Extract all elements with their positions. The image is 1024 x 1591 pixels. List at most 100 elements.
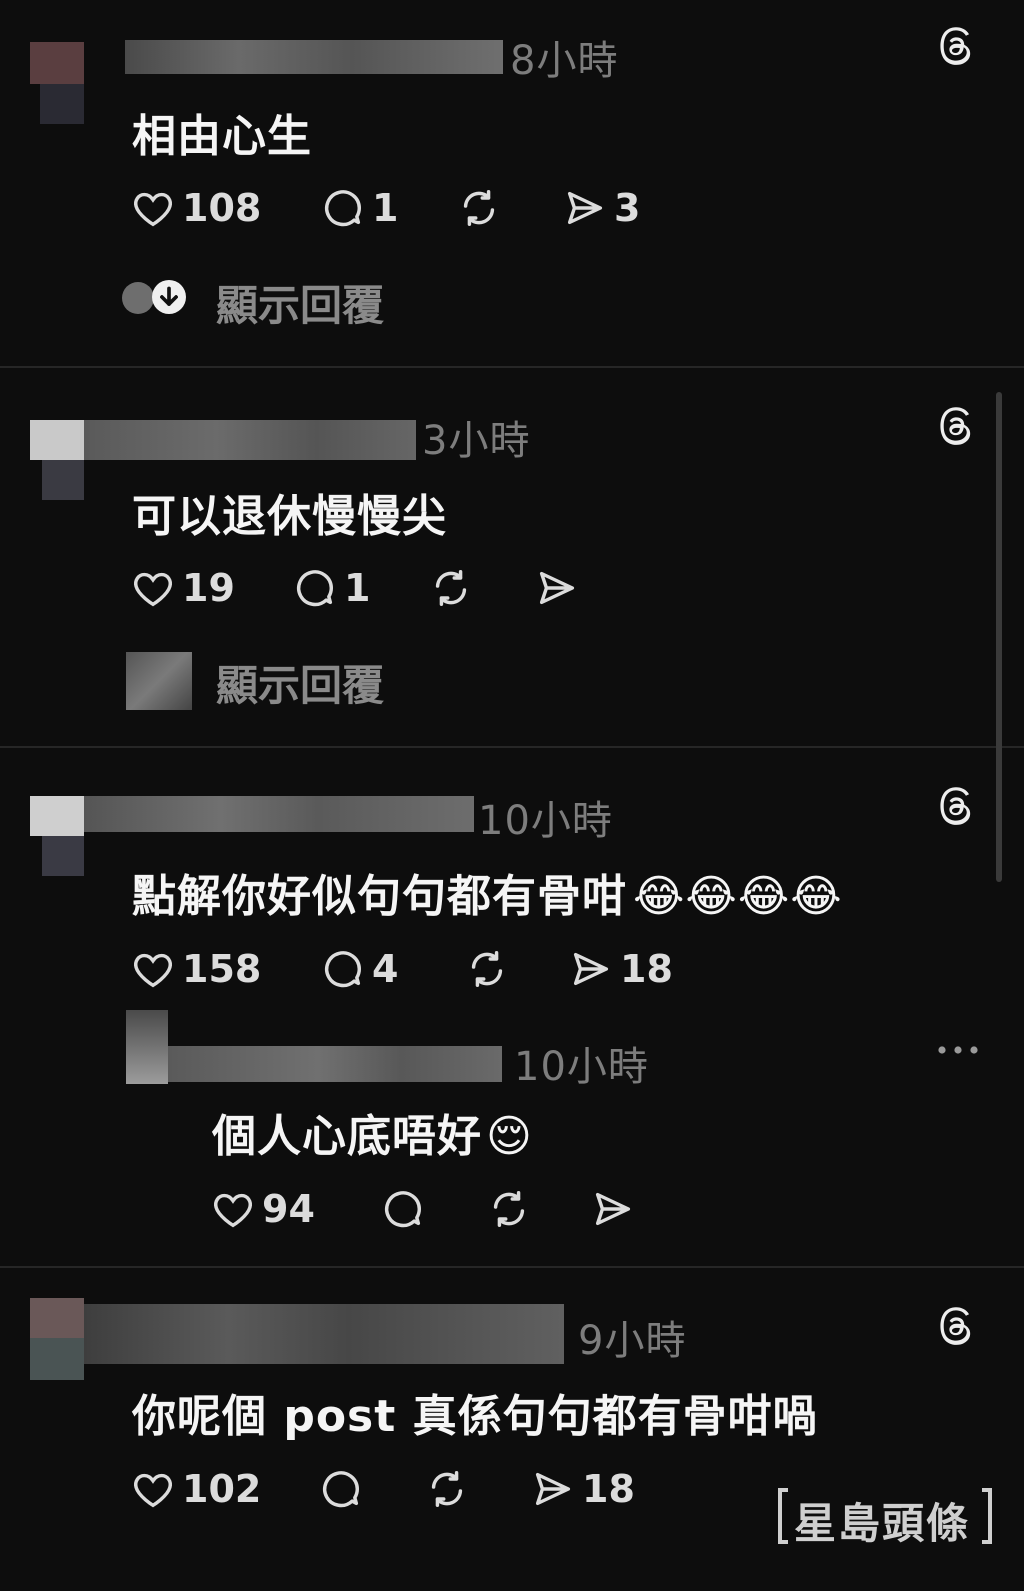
comment-2: 3小時 可以退休慢慢尖 19 1 顯示回覆 (0, 368, 1024, 746)
share-button[interactable] (590, 1184, 636, 1234)
repost-icon (435, 569, 467, 607)
repost-icon (493, 1190, 525, 1228)
arrow-down-icon (152, 280, 186, 314)
send-icon (573, 952, 609, 986)
comment-bubble-icon (325, 190, 362, 227)
comment-3: 10小時 點解你好似句句都有骨咁 😂😂😂😂 158 4 18 10小時 個人心底唔… (0, 748, 1024, 1266)
repost-button[interactable] (456, 183, 502, 233)
reply-action-bar: 94 (210, 1184, 650, 1234)
avatar-blurred[interactable] (30, 796, 84, 836)
comment-text: 相由心生 (132, 111, 312, 162)
reply-button[interactable]: 1 (320, 183, 398, 233)
threads-logo-icon[interactable] (934, 1304, 978, 1348)
heart-icon (134, 192, 172, 227)
action-bar: 19 1 (130, 563, 610, 613)
like-button[interactable]: 94 (210, 1184, 315, 1234)
reply-button[interactable] (380, 1184, 426, 1234)
share-button[interactable]: 18 (530, 1464, 635, 1514)
reply-avatar-blurred[interactable] (126, 1010, 168, 1084)
reply-time: 10小時 (514, 1044, 649, 1090)
repost-button[interactable] (424, 1464, 470, 1514)
like-button[interactable]: 158 (130, 944, 261, 994)
action-bar: 108 1 3 (130, 183, 690, 233)
relieved-emoji: 😌 (486, 1111, 533, 1162)
threads-logo-icon[interactable] (934, 784, 978, 828)
reply-text: 個人心底唔好😌 (212, 1100, 533, 1164)
share-button[interactable]: 18 (568, 944, 673, 994)
share-button[interactable] (534, 563, 586, 613)
send-icon (539, 571, 575, 605)
reply-button[interactable] (318, 1464, 364, 1514)
send-icon (567, 191, 603, 225)
like-button[interactable]: 19 (130, 563, 235, 613)
watermark-text: 星島頭條 (794, 1499, 971, 1548)
share-count: 18 (582, 1467, 635, 1511)
like-count: 94 (262, 1187, 315, 1231)
post-time: 10小時 (478, 798, 613, 844)
reply-count: 1 (372, 186, 399, 230)
repost-button[interactable] (428, 563, 474, 613)
reply-button[interactable]: 4 (320, 944, 398, 994)
reply-text-body: 個人心底唔好 (212, 1111, 482, 1162)
action-bar: 158 4 18 (130, 944, 710, 994)
comment-text: 你呢個 post 真係句句都有骨咁喎 (132, 1391, 818, 1442)
post-time: 8小時 (510, 38, 619, 84)
like-button[interactable]: 102 (130, 1464, 261, 1514)
like-button[interactable]: 108 (130, 183, 261, 233)
comment-bubble-icon (385, 1191, 422, 1228)
comment-bubble-icon (323, 1471, 360, 1508)
heart-icon (134, 953, 172, 988)
avatar-blurred-lower (30, 1338, 84, 1380)
avatar-blurred[interactable] (30, 1298, 84, 1338)
laughing-emoji: 😂😂😂😂 (633, 871, 843, 922)
watermark-logo: 星島頭條 (778, 1486, 992, 1548)
like-count: 102 (182, 1467, 262, 1511)
repost-icon (463, 189, 495, 227)
avatar-blurred-lower (40, 84, 84, 124)
like-count: 19 (182, 566, 235, 610)
comment-1: 8小時 相由心生 108 1 3 顯示回覆 (0, 0, 1024, 366)
heart-icon (214, 1193, 252, 1228)
send-icon (535, 1472, 571, 1506)
avatar-blurred[interactable] (30, 42, 84, 84)
threads-logo-icon[interactable] (934, 404, 978, 448)
show-replies-link[interactable]: 顯示回覆 (216, 272, 384, 333)
share-count: 3 (614, 186, 641, 230)
share-button[interactable]: 3 (562, 183, 640, 233)
reply-username-blurred[interactable] (168, 1046, 502, 1082)
reply-count: 4 (372, 947, 399, 991)
comment-bubble-icon (325, 951, 362, 988)
reply-button[interactable]: 1 (292, 563, 370, 613)
send-icon (595, 1192, 631, 1226)
like-count: 158 (182, 947, 262, 991)
username-blurred[interactable] (125, 40, 503, 74)
reply-avatar-icon (122, 282, 154, 314)
comment-text: 可以退休慢慢尖 (132, 491, 447, 542)
heart-icon (134, 1473, 172, 1508)
comment-text-body: 點解你好似句句都有骨咁 (132, 871, 627, 922)
like-count: 108 (182, 186, 262, 230)
reply-avatar-blurred (126, 652, 192, 710)
avatar-blurred-lower (42, 460, 84, 500)
reply-count: 1 (344, 566, 371, 610)
share-count: 18 (620, 947, 673, 991)
heart-icon (134, 572, 172, 607)
scrollbar[interactable] (996, 392, 1002, 882)
threads-logo-icon[interactable] (934, 24, 978, 68)
post-time: 9小時 (578, 1318, 687, 1364)
comment-text: 點解你好似句句都有骨咁 😂😂😂😂 (132, 860, 843, 924)
username-blurred[interactable] (84, 796, 474, 832)
comment-bubble-icon (297, 570, 334, 607)
repost-button[interactable] (486, 1184, 532, 1234)
more-dots-icon[interactable] (936, 1038, 980, 1062)
avatar-blurred[interactable] (30, 420, 84, 460)
avatar-blurred-lower (42, 836, 84, 876)
post-time: 3小時 (422, 418, 531, 464)
username-blurred[interactable] (84, 420, 416, 460)
repost-icon (431, 1470, 463, 1508)
repost-button[interactable] (464, 944, 510, 994)
show-replies-link[interactable]: 顯示回覆 (216, 652, 384, 713)
username-blurred[interactable] (84, 1304, 564, 1364)
action-bar: 102 18 (130, 1464, 650, 1514)
repost-icon (471, 950, 503, 988)
